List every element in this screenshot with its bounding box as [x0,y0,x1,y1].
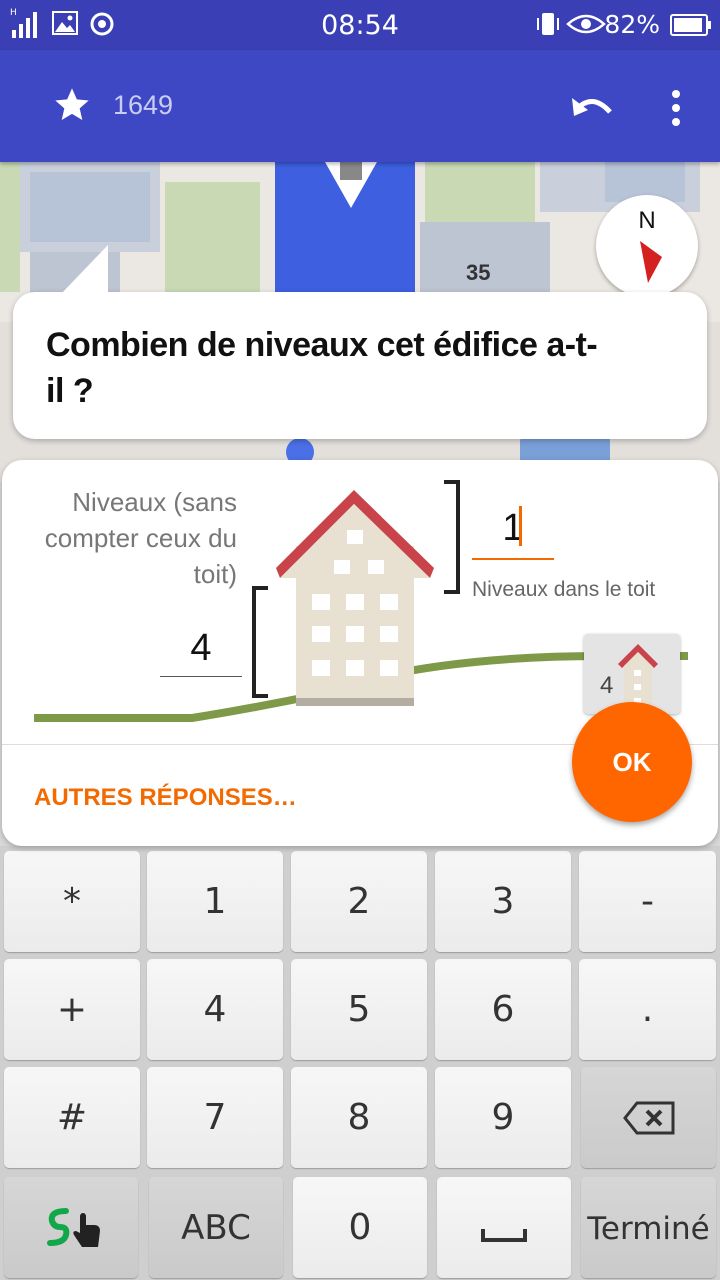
compass-north-label: N [638,207,656,234]
question-bubble: Combien de niveaux cet édifice a-t-il ? [13,292,707,439]
swype-icon [47,1208,100,1247]
key-swype[interactable] [4,1177,138,1278]
key-2[interactable]: 2 [291,851,427,952]
key-0[interactable]: 0 [293,1177,427,1278]
battery-percent: 82% [604,10,660,39]
key-label: 5 [347,989,371,1030]
key-hash[interactable]: # [4,1067,140,1168]
key-backspace[interactable] [581,1067,716,1168]
other-answers-button[interactable]: AUTRES RÉPONSES… [34,784,297,812]
app-toolbar: 1649 [0,50,720,162]
key-asterisk[interactable]: * [4,851,140,952]
key-plus[interactable]: + [4,959,140,1060]
undo-icon[interactable] [570,90,616,124]
key-label: # [56,1097,88,1138]
space-icon [481,1229,527,1242]
eye-icon [566,14,606,34]
key-label: 4 [203,989,227,1030]
key-label: Terminé [587,1211,710,1247]
key-3[interactable]: 3 [435,851,571,952]
more-menu-icon[interactable] [668,88,684,128]
mini-house-number: 4 [600,672,614,699]
star-icon[interactable] [52,85,92,125]
key-1[interactable]: 1 [147,851,283,952]
key-label: * [63,881,81,922]
house-number-label: 35 [466,260,491,285]
key-label: . [641,989,654,1030]
status-bar: H 08:54 82% [0,0,720,50]
key-label: 2 [347,881,371,922]
key-label: 9 [491,1097,515,1138]
key-6[interactable]: 6 [435,959,571,1060]
key-8[interactable]: 8 [291,1067,427,1168]
mini-house-icon [618,644,658,710]
text-cursor [519,506,522,546]
key-5[interactable]: 5 [291,959,427,1060]
compass-button[interactable]: N [596,195,698,297]
compass-needle-icon [640,241,662,283]
roof-levels-label: Niveaux dans le toit [472,578,656,601]
key-abc[interactable]: ABC [149,1177,283,1278]
key-label: 8 [347,1097,371,1138]
key-minus[interactable]: - [579,851,716,952]
key-done[interactable]: Terminé [581,1177,716,1278]
key-label: 0 [348,1207,372,1248]
ok-button[interactable]: OK [572,702,692,822]
roof-levels-input[interactable] [472,498,554,560]
key-7[interactable]: 7 [147,1067,283,1168]
key-label: ABC [181,1208,251,1248]
vibrate-icon [537,13,559,35]
key-label: + [56,989,88,1030]
key-label: - [641,881,654,922]
key-label: 6 [491,989,515,1030]
key-label: 7 [203,1097,227,1138]
key-period[interactable]: . [579,959,716,1060]
bubble-tail [60,245,108,303]
key-label: 1 [203,881,227,922]
numeric-keyboard: * 1 2 3 - + 4 5 6 . # 7 8 9 ABC 0 Termin… [0,846,720,1280]
floors-input[interactable] [160,620,242,677]
question-text: Combien de niveaux cet édifice a-t-il ? [46,326,598,410]
battery-icon [670,14,711,36]
key-9[interactable]: 9 [435,1067,571,1168]
key-4[interactable]: 4 [147,959,283,1060]
key-label: 3 [491,881,515,922]
backspace-icon [623,1101,675,1135]
answer-count: 1649 [113,90,174,120]
key-space[interactable] [437,1177,571,1278]
